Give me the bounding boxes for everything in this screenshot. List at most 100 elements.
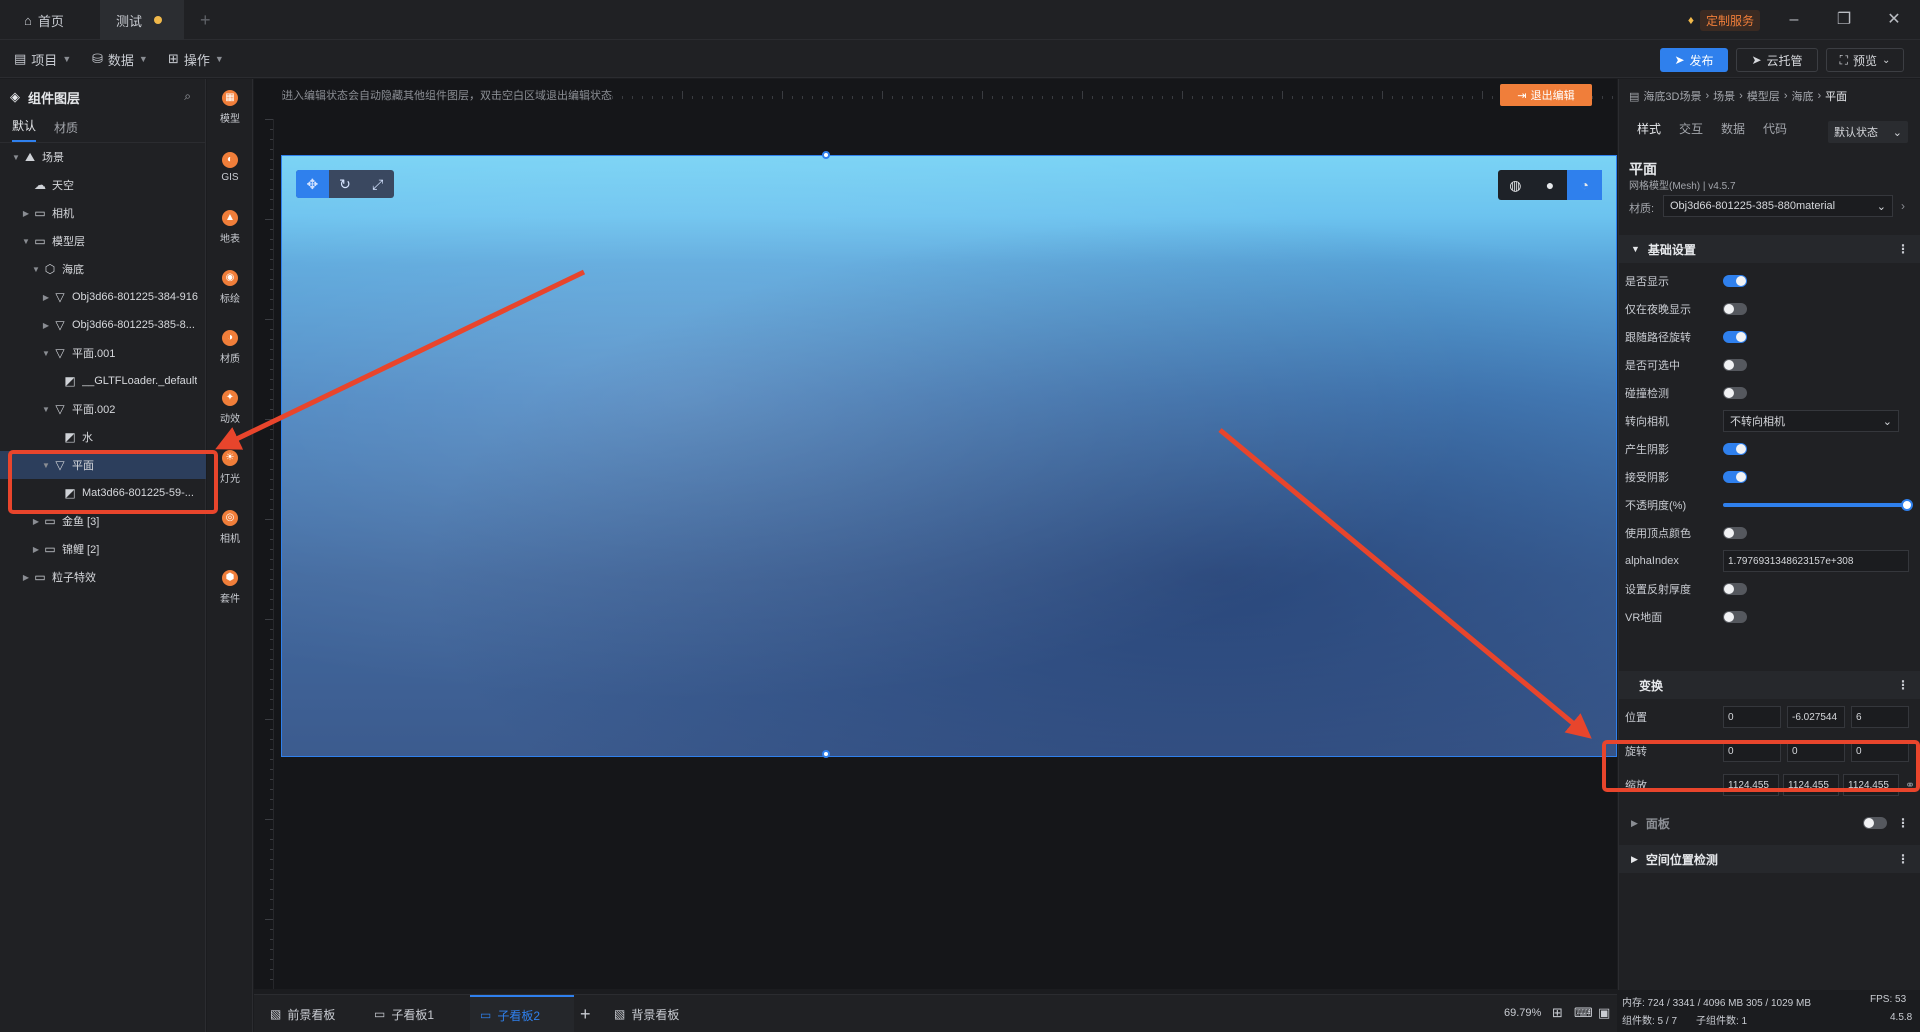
iconbar-effect[interactable]: ✦ 动效 <box>207 379 253 435</box>
chevron-right-icon[interactable]: ▶ <box>40 321 52 330</box>
chevron-down-icon[interactable]: ▼ <box>40 405 52 414</box>
chevron-right-icon[interactable]: › <box>1901 199 1905 213</box>
resize-handle-bottom[interactable] <box>822 750 830 758</box>
tab-style[interactable]: 样式 <box>1637 120 1661 137</box>
panel-section-header[interactable]: ▶ 面板 ⋮ <box>1619 809 1920 837</box>
layer-item[interactable]: ▼ ⛰ 场景 <box>0 143 206 171</box>
basic-settings-header[interactable]: ▼ 基础设置 ⋮ <box>1619 235 1920 263</box>
exit-edit-button[interactable]: ⇥ 退出编辑 <box>1500 84 1592 106</box>
iconbar-camera[interactable]: ◎ 相机 <box>207 499 253 555</box>
scale-z-input[interactable]: 1124.455 <box>1843 774 1899 796</box>
more-icon[interactable]: ⋮ <box>1897 852 1909 866</box>
position-z-input[interactable]: 6 <box>1851 706 1909 728</box>
tab-data[interactable]: 数据 <box>1721 120 1745 137</box>
more-icon[interactable]: ⋮ <box>1897 242 1909 256</box>
layer-item[interactable]: ▼ ▽ 平面 <box>0 451 206 479</box>
tab-code[interactable]: 代码 <box>1763 120 1787 137</box>
breadcrumb-item[interactable]: 场景 <box>1713 88 1735 104</box>
rotation-z-input[interactable]: 0 <box>1851 740 1909 762</box>
layer-item[interactable]: ▶ ▭ 金鱼 [3] <box>0 507 206 535</box>
rotate-icon[interactable]: ↻ <box>329 170 362 198</box>
cloud-host-button[interactable]: ➤ 云托管 <box>1736 48 1818 72</box>
chevron-down-icon[interactable]: ▼ <box>40 349 52 358</box>
setting-toggle[interactable] <box>1723 303 1747 315</box>
layer-item[interactable]: ▶ ▭ 相机 <box>0 199 206 227</box>
terminal-icon[interactable]: ▣ <box>1598 1005 1610 1021</box>
rotation-x-input[interactable]: 0 <box>1723 740 1781 762</box>
scale-icon[interactable]: ⤢ <box>361 170 394 198</box>
move-icon[interactable]: ✥ <box>296 170 329 198</box>
search-icon[interactable]: ⌕ <box>184 89 191 104</box>
tab-sub-board-2[interactable]: ▭ 子看板2 <box>470 995 574 1032</box>
custom-service-button[interactable]: ♦ 定制服务 <box>1688 9 1760 31</box>
iconbar-light[interactable]: ☀ 灯光 <box>207 439 253 495</box>
chevron-right-icon[interactable]: ▶ <box>20 209 32 218</box>
layer-item[interactable]: ☁ 天空 <box>0 171 206 199</box>
preview-button[interactable]: ⛶ 预览 ⌄ <box>1826 48 1904 72</box>
orbit-icon[interactable]: ◔ <box>1567 170 1603 200</box>
chevron-down-icon[interactable]: ▼ <box>30 265 42 274</box>
tab-interaction[interactable]: 交互 <box>1679 120 1703 137</box>
fit-screen-icon[interactable]: ⊞ <box>1552 1005 1563 1021</box>
layer-item[interactable]: ▶ ▭ 粒子特效 <box>0 563 206 591</box>
minimize-icon[interactable]: – <box>1782 8 1806 32</box>
chevron-right-icon[interactable]: ▶ <box>30 517 42 526</box>
menu-project[interactable]: ▤ 项目 ▼ <box>14 40 71 78</box>
chevron-down-icon[interactable]: ▼ <box>20 237 32 246</box>
menu-data[interactable]: ⛁ 数据 ▼ <box>92 40 148 78</box>
opacity-slider[interactable] <box>1723 499 1913 511</box>
editor-canvas[interactable]: 进入编辑状态会自动隐藏其他组件图层，双击空白区域退出编辑状态 ⇥ 退出编辑 ✥ … <box>254 79 1617 989</box>
scene-viewport[interactable]: ✥ ↻ ⤢ ◍ ● ◔ <box>281 151 1617 758</box>
rotation-y-input[interactable]: 0 <box>1787 740 1845 762</box>
transform-header[interactable]: 变换 ⋮ <box>1619 671 1920 699</box>
layer-item[interactable]: ◩ 水 <box>0 423 206 451</box>
layer-item[interactable]: ◩ __GLTFLoader._default <box>0 367 206 395</box>
link-icon[interactable]: ⚭ <box>1905 778 1915 792</box>
setting-toggle[interactable] <box>1723 359 1747 371</box>
tab-material[interactable]: 材质 <box>54 119 78 142</box>
tab-background-board[interactable]: ▧ 背景看板 <box>606 995 702 1032</box>
iconbar-model[interactable]: ▦ 模型 <box>207 79 253 135</box>
position-y-input[interactable]: -6.027544 <box>1787 706 1845 728</box>
keyboard-icon[interactable]: ⌨ <box>1574 1005 1593 1021</box>
iconbar-kit[interactable]: ⬢ 套件 <box>207 559 253 615</box>
chevron-right-icon[interactable]: ▶ <box>40 293 52 302</box>
chevron-down-icon[interactable]: ▼ <box>10 153 22 162</box>
resize-handle-top[interactable] <box>822 151 830 159</box>
breadcrumb-item[interactable]: 海底3D场景 <box>1643 88 1701 104</box>
layer-item[interactable]: ▼ ▽ 平面.002 <box>0 395 206 423</box>
iconbar-gis[interactable]: ◐ GIS <box>207 139 253 195</box>
add-tab-button[interactable]: + <box>200 0 211 40</box>
setting-toggle[interactable] <box>1723 275 1747 287</box>
globe-icon[interactable]: ◍ <box>1498 170 1533 200</box>
iconbar-material[interactable]: ◑ 材质 <box>207 319 253 375</box>
breadcrumb-item[interactable]: 海底 <box>1791 88 1813 104</box>
setting-toggle[interactable] <box>1723 471 1747 483</box>
breadcrumb-item[interactable]: 模型层 <box>1747 88 1780 104</box>
tab-sub-board-1[interactable]: ▭ 子看板1 <box>366 995 462 1032</box>
publish-button[interactable]: ➤ 发布 <box>1660 48 1728 72</box>
solid-sphere-icon[interactable]: ● <box>1533 170 1568 200</box>
tab-home[interactable]: ⌂ 首页 <box>24 0 64 40</box>
menu-operation[interactable]: ⊞ 操作 ▼ <box>168 40 224 78</box>
setting-toggle[interactable] <box>1723 443 1747 455</box>
setting-toggle[interactable] <box>1723 387 1747 399</box>
state-select[interactable]: 默认状态 ⌄ <box>1828 121 1908 143</box>
layer-item[interactable]: ▼ ⬡ 海底 <box>0 255 206 283</box>
material-select[interactable]: Obj3d66-801225-385-880material ⌄ <box>1663 195 1893 217</box>
chevron-down-icon[interactable]: ▼ <box>40 461 52 470</box>
breadcrumb-item[interactable]: 平面 <box>1825 88 1847 104</box>
restore-icon[interactable]: ❐ <box>1832 8 1856 32</box>
layer-item[interactable]: ▶ ▽ Obj3d66-801225-384-916 <box>0 283 206 311</box>
panel-toggle[interactable] <box>1863 817 1887 829</box>
chevron-right-icon[interactable]: ▶ <box>30 545 42 554</box>
slider-knob[interactable] <box>1901 499 1913 511</box>
layer-item[interactable]: ▼ ▽ 平面.001 <box>0 339 206 367</box>
layer-item[interactable]: ▶ ▭ 锦鲤 [2] <box>0 535 206 563</box>
tab-default[interactable]: 默认 <box>12 117 37 142</box>
more-icon[interactable]: ⋮ <box>1897 816 1909 830</box>
alpha-index-input[interactable]: 1.7976931348623157e+308 <box>1723 550 1909 572</box>
layer-item[interactable]: ▶ ▽ Obj3d66-801225-385-8... <box>0 311 206 339</box>
close-icon[interactable]: ✕ <box>1882 8 1906 32</box>
layer-item[interactable]: ◩ Mat3d66-801225-59-... <box>0 479 206 507</box>
